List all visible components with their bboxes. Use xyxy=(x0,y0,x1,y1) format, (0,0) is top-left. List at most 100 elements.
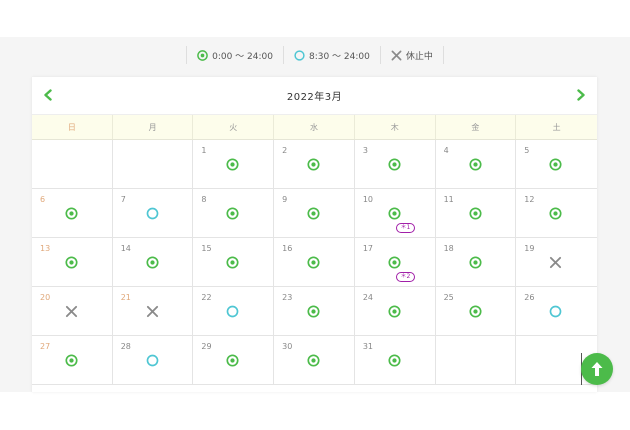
cross-icon[interactable] xyxy=(549,254,562,269)
calendar-day-cell[interactable]: 19 xyxy=(516,238,597,287)
calendar-day-cell[interactable]: 13 xyxy=(32,238,113,287)
day-number: 7 xyxy=(120,195,126,204)
calendar: 2022年3月 日 月 火 水 木 金 土 1 2 3 4 5 6 7 8 9 10 ＊1 11 12 1… xyxy=(32,77,597,392)
calendar-day-cell[interactable]: 25 xyxy=(435,287,517,336)
double-circle-icon[interactable] xyxy=(388,254,401,269)
double-circle-icon[interactable] xyxy=(549,205,562,220)
calendar-day-cell[interactable]: 16 xyxy=(274,238,355,287)
legend: 0:00 ～ 24:00 8:30 ～ 24:00 休止中 xyxy=(0,45,630,65)
day-number: 18 xyxy=(443,244,454,253)
calendar-day-cell[interactable]: 29 xyxy=(193,336,275,385)
calendar-day-cell[interactable]: 23 xyxy=(274,287,355,336)
note-badge[interactable]: ＊2 xyxy=(395,272,416,282)
calendar-day-cell[interactable]: 3 xyxy=(354,140,436,189)
scroll-to-top-button[interactable] xyxy=(581,353,613,385)
day-number: 16 xyxy=(282,244,293,253)
day-number: 5 xyxy=(524,146,530,155)
day-number: 29 xyxy=(201,342,212,351)
circle-icon[interactable] xyxy=(226,303,239,318)
chevron-left-icon xyxy=(44,89,52,101)
calendar-day-cell[interactable]: 18 xyxy=(435,238,517,287)
calendar-header: 2022年3月 xyxy=(32,77,597,114)
day-number: 23 xyxy=(282,293,293,302)
circle-icon xyxy=(294,49,305,61)
calendar-day-cell[interactable]: 4 xyxy=(435,140,517,189)
double-circle-icon[interactable] xyxy=(146,254,159,269)
double-circle-icon[interactable] xyxy=(388,205,401,220)
calendar-day-cell[interactable]: 8 xyxy=(193,189,275,238)
legend-label: 休止中 xyxy=(405,51,433,62)
cross-icon[interactable] xyxy=(65,303,78,318)
legend-label: 0:00 ～ 24:00 xyxy=(212,51,273,62)
cross-icon xyxy=(391,50,402,60)
calendar-day-cell[interactable]: 24 xyxy=(354,287,436,336)
calendar-day-cell[interactable]: 15 xyxy=(193,238,275,287)
day-number: 4 xyxy=(443,146,449,155)
calendar-day-cell[interactable]: 6 xyxy=(32,189,113,238)
double-circle-icon[interactable] xyxy=(307,352,320,367)
double-circle-icon[interactable] xyxy=(388,303,401,318)
double-circle-icon[interactable] xyxy=(549,156,562,171)
legend-item-circle: 8:30 ～ 24:00 xyxy=(282,46,380,64)
double-circle-icon[interactable] xyxy=(469,303,482,318)
calendar-day-cell[interactable]: 20 xyxy=(32,287,113,336)
day-number: 8 xyxy=(201,195,207,204)
double-circle-icon[interactable] xyxy=(388,352,401,367)
calendar-day-cell[interactable]: 27 xyxy=(32,336,113,385)
cross-icon[interactable] xyxy=(146,303,159,318)
double-circle-icon[interactable] xyxy=(65,205,78,220)
double-circle-icon[interactable] xyxy=(307,303,320,318)
calendar-day-cell[interactable]: 2 xyxy=(274,140,355,189)
day-number: 31 xyxy=(362,342,374,351)
double-circle-icon[interactable] xyxy=(307,205,320,220)
double-circle-icon[interactable] xyxy=(307,156,320,171)
calendar-day-cell[interactable]: 7 xyxy=(112,189,194,238)
double-circle-icon[interactable] xyxy=(65,254,78,269)
calendar-title: 2022年3月 xyxy=(286,92,343,103)
double-circle-icon[interactable] xyxy=(307,254,320,269)
weekday-sunday: 日 xyxy=(32,115,113,139)
calendar-day-cell[interactable]: 30 xyxy=(274,336,355,385)
chevron-right-icon xyxy=(577,89,585,101)
day-number: 30 xyxy=(282,342,293,351)
legend-label: 8:30 ～ 24:00 xyxy=(308,51,370,62)
day-number: 11 xyxy=(443,195,454,204)
double-circle-icon[interactable] xyxy=(469,205,482,220)
calendar-day-cell[interactable]: 9 xyxy=(274,189,355,238)
circle-icon[interactable] xyxy=(549,303,562,318)
double-circle-icon[interactable] xyxy=(388,156,401,171)
day-number: 2 xyxy=(282,146,288,155)
circle-icon[interactable] xyxy=(146,205,159,220)
calendar-day-cell[interactable]: 11 xyxy=(435,189,517,238)
calendar-day-cell[interactable]: 5 xyxy=(516,140,597,189)
double-circle-icon[interactable] xyxy=(226,254,239,269)
day-number: 13 xyxy=(40,244,51,253)
double-circle-icon[interactable] xyxy=(226,205,239,220)
calendar-day-cell[interactable]: 31 xyxy=(354,336,436,385)
next-month-button[interactable] xyxy=(573,87,589,103)
calendar-day-cell[interactable]: 10 ＊1 xyxy=(354,189,436,238)
circle-icon[interactable] xyxy=(146,352,159,367)
weekday-thursday: 木 xyxy=(355,115,436,139)
double-circle-icon[interactable] xyxy=(226,352,239,367)
day-number: 9 xyxy=(282,195,288,204)
day-number: 27 xyxy=(40,342,51,351)
calendar-day-cell[interactable]: 21 xyxy=(112,287,194,336)
note-badge[interactable]: ＊1 xyxy=(395,223,416,233)
day-number: 26 xyxy=(524,293,535,302)
calendar-day-cell[interactable]: 26 xyxy=(516,287,597,336)
calendar-day-cell[interactable]: 1 xyxy=(193,140,275,189)
double-circle-icon[interactable] xyxy=(469,254,482,269)
calendar-day-cell[interactable]: 22 xyxy=(193,287,275,336)
double-circle-icon xyxy=(197,49,208,61)
day-number: 22 xyxy=(201,293,212,302)
calendar-day-cell[interactable]: 14 xyxy=(112,238,194,287)
calendar-day-cell[interactable]: 28 xyxy=(112,336,194,385)
weekday-header-row: 日 月 火 水 木 金 土 xyxy=(32,114,597,140)
double-circle-icon[interactable] xyxy=(65,352,78,367)
prev-month-button[interactable] xyxy=(40,87,56,103)
double-circle-icon[interactable] xyxy=(226,156,239,171)
double-circle-icon[interactable] xyxy=(469,156,482,171)
calendar-day-cell[interactable]: 17 ＊2 xyxy=(354,238,436,287)
calendar-day-cell[interactable]: 12 xyxy=(516,189,597,238)
